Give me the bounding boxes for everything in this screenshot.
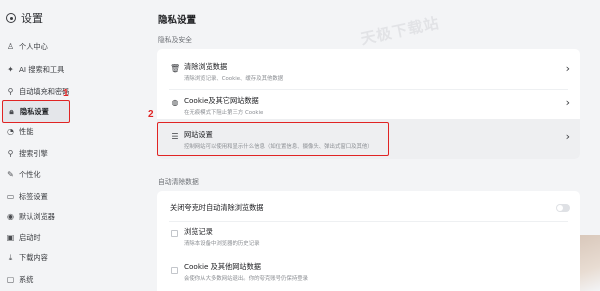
browsing-history-checkbox[interactable] <box>171 230 178 237</box>
cookie-icon: ◍ <box>171 98 179 107</box>
chevron-right-icon: › <box>565 96 570 109</box>
sidebar-item-label: 默认浏览器 <box>19 212 55 221</box>
cookies-option[interactable]: Cookie 及其他网站数据 会使你从大多数网站退出。你的夸克账号仍保持登录 <box>157 257 580 291</box>
chevron-right-icon: › <box>565 62 570 75</box>
section-title-auto-clear: 自动清除数据 <box>158 178 199 186</box>
sidebar-item-label: 自动填充和密码 <box>19 87 70 96</box>
sidebar-item-system[interactable]: ▢ 系统 <box>4 271 142 289</box>
personalize-icon: ✎ <box>7 170 14 179</box>
settings-title-label: 设置 <box>21 12 43 25</box>
sidebar-item-profile[interactable]: ♙ 个人中心 <box>4 38 142 56</box>
background-decoration <box>580 235 600 291</box>
sidebar-item-label: 下载内容 <box>19 253 48 262</box>
auto-clear-toggle[interactable] <box>556 204 570 212</box>
trash-icon: 🗑︎ <box>170 64 181 73</box>
system-icon: ▢ <box>6 275 15 284</box>
sidebar-item-performance[interactable]: ◔ 性能 <box>4 123 142 141</box>
option-title: Cookie 及其他网站数据 <box>184 262 261 271</box>
sidebar-item-autofill[interactable]: ⚲ 自动填充和密码 <box>4 83 142 101</box>
download-icon: ⤓ <box>8 253 13 262</box>
auto-clear-card: 关闭夸克时自动清除浏览数据 浏览记录 清除本设备中浏览器的历史记录 Cookie… <box>157 191 580 291</box>
divider <box>169 221 568 222</box>
sidebar: 设置 ♙ 个人中心 ✦ AI 搜索和工具 ⚲ 自动填充和密码 🔒︎ 隐私设置 ◔… <box>0 0 145 291</box>
browsing-history-option[interactable]: 浏览记录 清除本设备中浏览器的历史记录 <box>157 223 580 257</box>
option-description: 清除本设备中浏览器的历史记录 <box>184 241 260 247</box>
annotation-number-2: 2 <box>148 109 154 120</box>
privacy-lock-icon: 🔒︎ <box>9 106 14 116</box>
annotation-number-1: 1 <box>63 88 69 99</box>
row-description: 在无痕模式下阻止第三方 Cookie <box>184 110 264 116</box>
highlight-box-site-settings <box>157 122 389 156</box>
sidebar-item-label: 标签设置 <box>19 192 48 201</box>
sidebar-item-downloads[interactable]: ⤓ 下载内容 <box>4 249 142 267</box>
option-description: 会使你从大多数网站退出。你的夸克账号仍保持登录 <box>184 276 308 282</box>
sidebar-item-label: 个人中心 <box>19 42 48 51</box>
row-title: 清除浏览数据 <box>184 62 228 71</box>
sidebar-item-startup[interactable]: ▣ 启动时 <box>4 229 142 247</box>
sidebar-item-label: 系统 <box>19 275 34 284</box>
startup-icon: ▣ <box>6 233 15 242</box>
person-icon: ♙ <box>6 42 15 51</box>
sidebar-item-privacy[interactable]: 🔒︎ 隐私设置 <box>2 100 70 123</box>
sidebar-item-label: AI 搜索和工具 <box>19 65 65 74</box>
settings-title: 设置 <box>6 10 43 26</box>
chevron-right-icon: › <box>565 130 570 143</box>
sidebar-item-label: 搜索引擎 <box>19 149 48 158</box>
sidebar-item-search-engine[interactable]: ⚲ 搜索引擎 <box>4 145 142 163</box>
sidebar-item-label: 启动时 <box>19 233 41 242</box>
sidebar-item-label: 隐私设置 <box>20 106 49 116</box>
toggle-label: 关闭夸克时自动清除浏览数据 <box>170 203 264 212</box>
sidebar-item-ai-search[interactable]: ✦ AI 搜索和工具 <box>4 61 142 79</box>
sidebar-item-label: 个性化 <box>19 170 41 179</box>
ai-search-icon: ✦ <box>7 65 14 74</box>
sidebar-item-default-browser[interactable]: ◉ 默认浏览器 <box>4 208 142 226</box>
section-title-privacy: 隐私及安全 <box>158 36 192 44</box>
watermark-text: 天极下载站 <box>359 13 442 49</box>
tabs-icon: ▭ <box>6 192 15 201</box>
page-title: 隐私设置 <box>158 15 197 26</box>
sidebar-item-label: 性能 <box>19 127 34 136</box>
row-title: Cookie及其它网站数据 <box>184 96 259 105</box>
option-title: 浏览记录 <box>184 227 213 236</box>
autofill-key-icon: ⚲ <box>7 87 14 96</box>
cookies-checkbox[interactable] <box>171 267 178 274</box>
sidebar-item-personalize[interactable]: ✎ 个性化 <box>4 166 142 184</box>
auto-clear-toggle-row[interactable]: 关闭夸克时自动清除浏览数据 <box>157 191 580 225</box>
default-browser-icon: ◉ <box>7 212 14 221</box>
performance-icon: ◔ <box>7 127 14 136</box>
row-description: 清除浏览记录、Cookie、缓存及其他数据 <box>184 76 284 82</box>
search-icon: ⚲ <box>7 149 14 158</box>
sidebar-item-tabs[interactable]: ▭ 标签设置 <box>4 188 142 206</box>
settings-gear-icon <box>6 13 16 23</box>
